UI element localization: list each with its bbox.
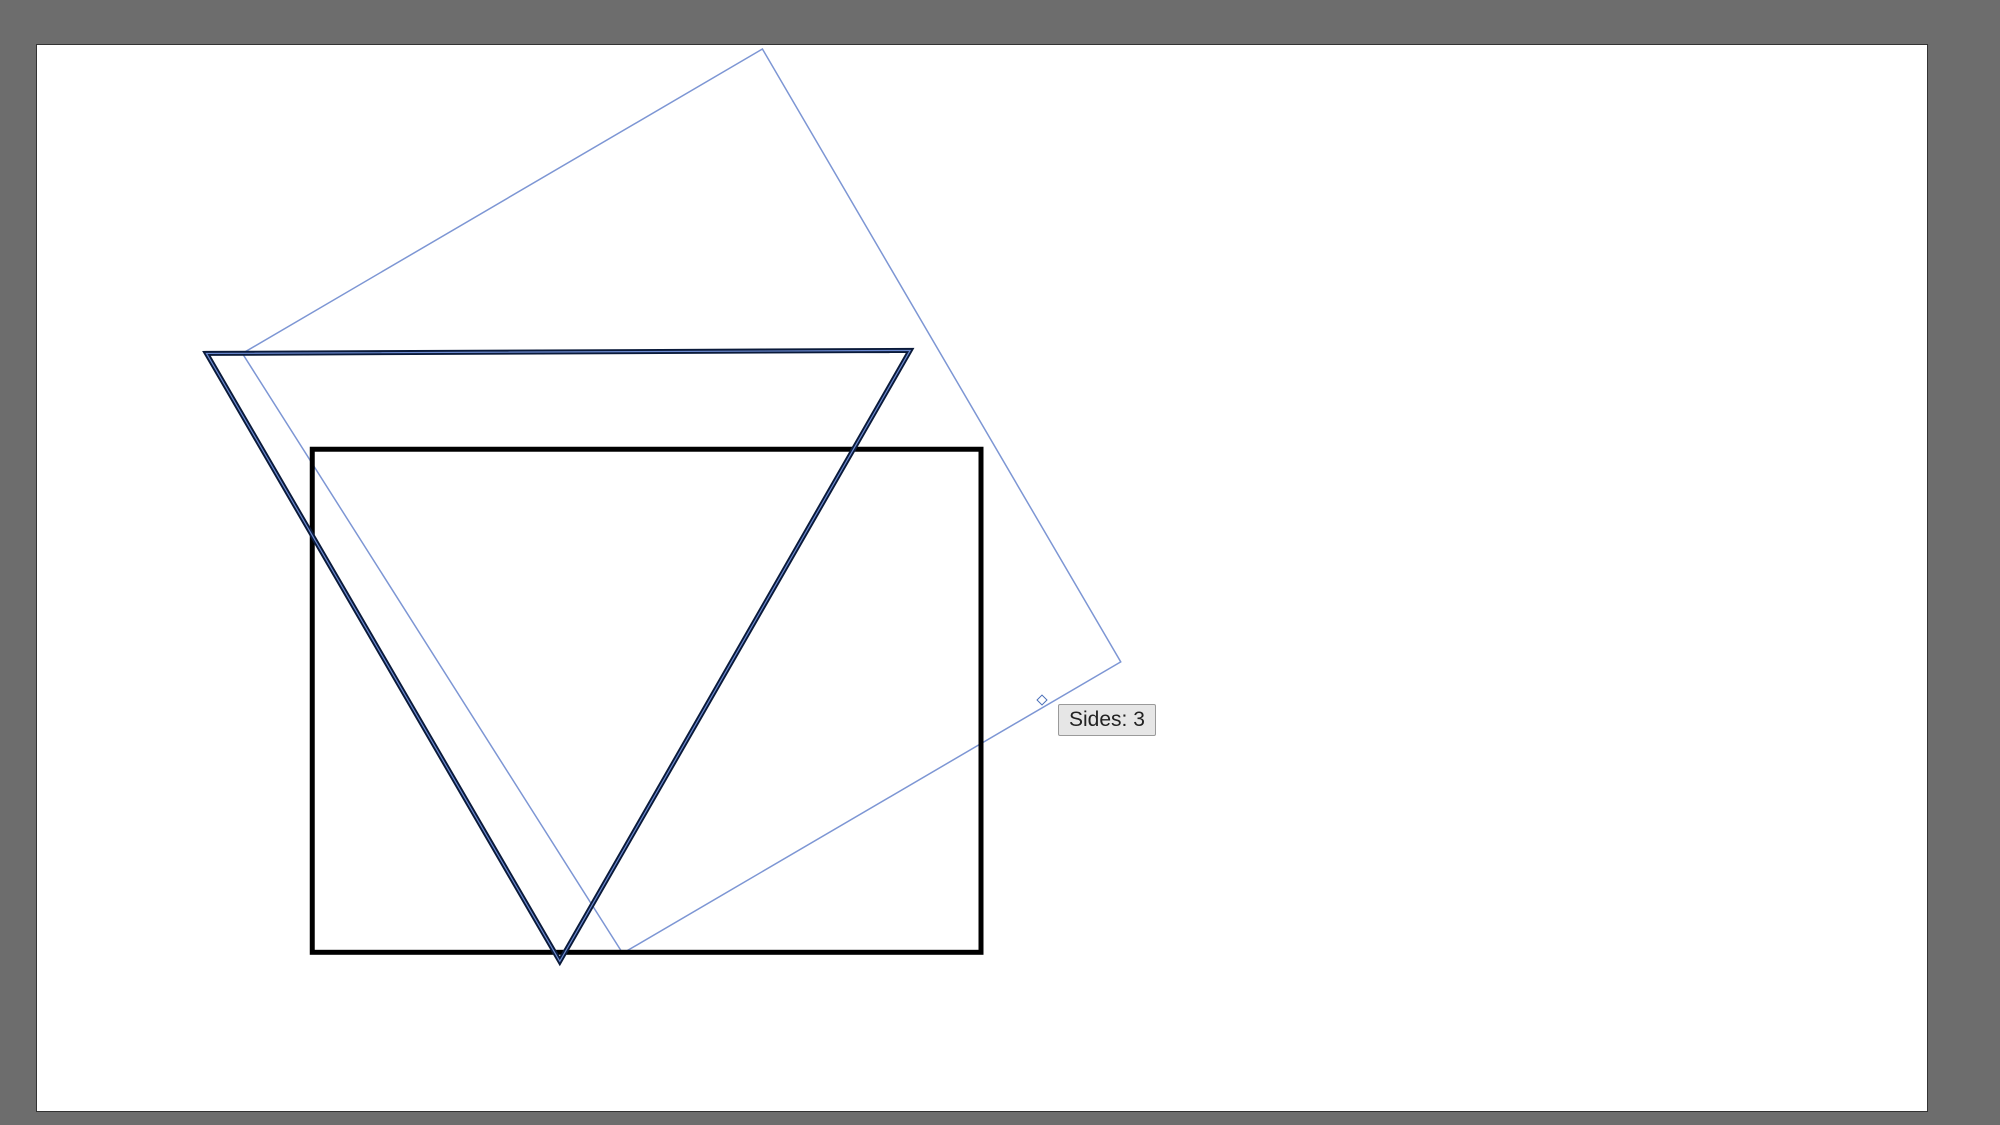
sides-tooltip: Sides: 3 [1058, 704, 1156, 736]
bounding-box-preview [242, 49, 1120, 953]
drawing-surface[interactable] [37, 45, 1927, 1111]
canvas-area[interactable]: Sides: 3 [36, 44, 1928, 1112]
rectangle-shape[interactable] [312, 449, 981, 952]
tooltip-label: Sides: 3 [1069, 708, 1145, 731]
